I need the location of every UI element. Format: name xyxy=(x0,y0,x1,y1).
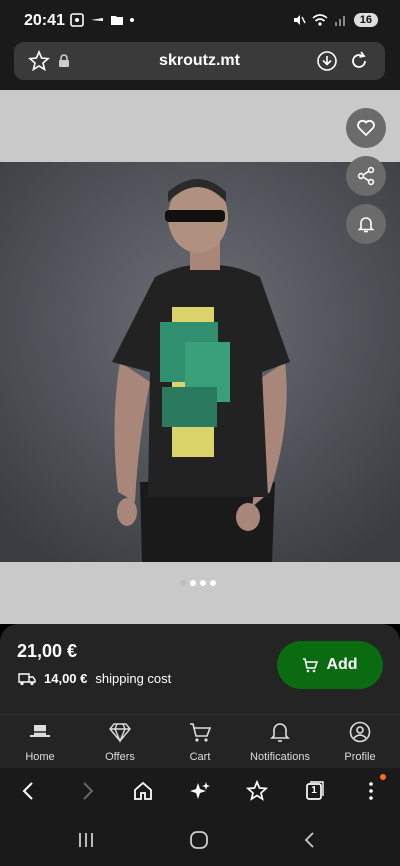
diamond-icon xyxy=(109,723,131,743)
bell-icon xyxy=(270,723,290,742)
nav-cart[interactable]: Cart xyxy=(160,715,240,769)
status-right: 16 xyxy=(292,13,378,27)
mute-icon xyxy=(293,15,306,25)
status-bar: 20:41 16 xyxy=(0,0,400,40)
nav-home[interactable]: Home xyxy=(0,715,80,769)
battery-indicator: 16 xyxy=(353,13,378,27)
product-price: 21,00 € xyxy=(17,641,78,661)
bookmarks-icon[interactable] xyxy=(246,780,268,802)
wifi-icon xyxy=(312,14,328,26)
tabs-button[interactable]: 1 xyxy=(303,780,325,802)
recents-icon[interactable] xyxy=(76,830,96,850)
forward-icon[interactable] xyxy=(76,780,98,802)
android-back-icon[interactable] xyxy=(300,830,320,850)
model-illustration xyxy=(0,162,400,562)
nav-notifications[interactable]: Notifications xyxy=(240,715,320,769)
menu-notification-dot xyxy=(380,774,386,780)
pagination-dot[interactable] xyxy=(180,580,186,586)
reload-icon[interactable] xyxy=(348,50,370,72)
sparkle-icon[interactable] xyxy=(189,780,211,802)
status-left-icons xyxy=(70,13,134,27)
browser-address-area: skroutz.mt xyxy=(0,40,400,90)
image-pagination-dots xyxy=(180,580,216,586)
nav-notifications-label: Notifications xyxy=(250,751,310,763)
pagination-dot[interactable] xyxy=(190,580,196,586)
android-nav-bar xyxy=(0,816,400,866)
browser-toolbar: 1 xyxy=(0,768,400,816)
bell-icon xyxy=(357,217,375,233)
shipping-label: shipping cost xyxy=(95,671,172,686)
purchase-panel: 21,00 € 14,00 € shipping cost Add xyxy=(0,624,400,714)
nav-offers[interactable]: Offers xyxy=(80,715,160,769)
back-icon[interactable] xyxy=(18,780,40,802)
heart-icon xyxy=(357,119,375,137)
nav-home-label: Home xyxy=(25,751,55,763)
favorite-button[interactable] xyxy=(346,108,386,148)
nav-profile[interactable]: Profile xyxy=(320,715,400,769)
status-time: 20:41 xyxy=(24,12,65,29)
dot-icon xyxy=(130,18,134,22)
add-to-cart-button[interactable]: Add xyxy=(277,641,383,689)
shipping-info: 14,00 € shipping cost xyxy=(18,671,171,686)
add-button-label: Add xyxy=(326,656,358,673)
tabs-count: 1 xyxy=(311,785,317,796)
share-icon xyxy=(357,166,375,186)
screenshot-icon xyxy=(70,13,84,27)
cart-plus-icon xyxy=(303,658,319,673)
site-bottom-nav: Home Offers Cart Notifications Profile xyxy=(0,714,400,768)
pagination-dot[interactable] xyxy=(210,580,216,586)
android-home-icon[interactable] xyxy=(188,829,210,851)
nav-offers-label: Offers xyxy=(105,751,135,763)
profile-icon xyxy=(349,721,371,743)
truck-icon xyxy=(18,672,36,685)
plane-icon xyxy=(91,18,103,21)
more-menu-icon[interactable] xyxy=(362,780,380,802)
home-icon[interactable] xyxy=(132,780,154,802)
product-image[interactable] xyxy=(0,162,400,562)
hat-icon xyxy=(30,725,50,737)
folder-icon xyxy=(111,16,123,25)
download-icon[interactable] xyxy=(316,50,338,72)
share-button[interactable] xyxy=(346,156,386,196)
nav-cart-label: Cart xyxy=(189,751,211,763)
product-page xyxy=(0,90,400,624)
signal-icon xyxy=(334,16,345,26)
shipping-amount: 14,00 € xyxy=(44,671,88,686)
nav-profile-label: Profile xyxy=(344,751,376,763)
pagination-dot[interactable] xyxy=(200,580,206,586)
address-bar[interactable]: skroutz.mt xyxy=(14,42,385,80)
price-alert-button[interactable] xyxy=(346,204,386,244)
cart-icon xyxy=(190,723,212,742)
